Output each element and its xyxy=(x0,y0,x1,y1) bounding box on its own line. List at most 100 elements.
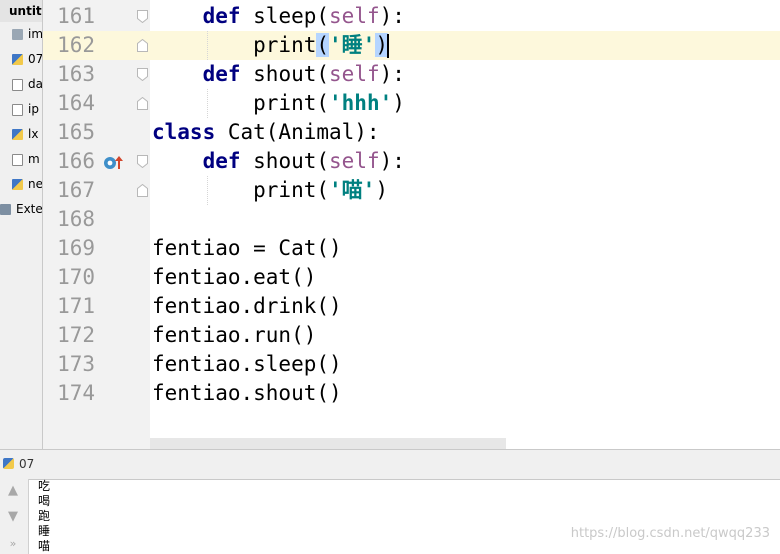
line-number: 162 xyxy=(57,33,95,57)
code-line[interactable]: fentiao.shout() xyxy=(150,379,780,408)
code-line[interactable]: fentiao = Cat() xyxy=(150,234,780,263)
folder-icon xyxy=(12,29,23,40)
gutter-line[interactable]: 161 xyxy=(43,2,150,31)
project-item-label: ip xyxy=(28,102,39,116)
code-line[interactable]: print('喵') xyxy=(150,176,780,205)
fold-start-icon[interactable] xyxy=(137,68,148,81)
run-side-toolbar: ▲ ▼ » xyxy=(0,479,29,554)
gutter-line[interactable]: 165 xyxy=(43,118,150,147)
editor-gutter[interactable]: 161 162 163 164 165 166 167 168 169 170 171 172 173 1… xyxy=(43,0,150,449)
horizontal-scrollbar[interactable] xyxy=(150,438,506,449)
code-token: fentiao.sleep() xyxy=(152,352,342,376)
project-item[interactable]: ip xyxy=(0,97,42,122)
project-item[interactable]: ne xyxy=(0,172,42,197)
gutter-line[interactable]: 172 xyxy=(43,321,150,350)
code-line[interactable]: class Cat(Animal): xyxy=(150,118,780,147)
external-libraries[interactable]: Exter xyxy=(0,197,42,222)
code-text: fentiao.drink() xyxy=(152,292,342,321)
up-arrow-icon[interactable]: ▲ xyxy=(6,484,20,498)
output-line: 跑 xyxy=(38,509,51,523)
code-token: print( xyxy=(152,178,330,202)
output-line: 睡 xyxy=(38,524,51,538)
gutter-line[interactable]: 163 xyxy=(43,60,150,89)
project-item-label: ne xyxy=(28,177,43,191)
code-token: def xyxy=(202,149,241,173)
code-token: print( xyxy=(152,91,330,115)
gutter-line[interactable]: 174 xyxy=(43,379,150,408)
fold-end-icon[interactable] xyxy=(137,39,148,52)
code-text: def shout(self): xyxy=(152,147,405,176)
text-file-icon xyxy=(12,153,23,166)
line-number: 163 xyxy=(57,62,95,86)
project-item[interactable]: m xyxy=(0,147,42,172)
fold-end-icon[interactable] xyxy=(137,184,148,197)
gutter-line[interactable]: 166 xyxy=(43,147,150,176)
project-item[interactable]: im xyxy=(0,22,42,47)
indent-guide xyxy=(207,89,208,118)
code-text: def shout(self): xyxy=(152,60,405,89)
code-token: self xyxy=(329,62,380,86)
code-token: fentiao.drink() xyxy=(152,294,342,318)
code-line[interactable]: print('hhh') xyxy=(150,89,780,118)
gutter-line[interactable]: 171 xyxy=(43,292,150,321)
code-text: fentiao.run() xyxy=(152,321,316,350)
down-arrow-icon[interactable]: ▼ xyxy=(6,510,20,524)
project-item-label: m xyxy=(28,152,40,166)
code-line[interactable]: print('睡') xyxy=(150,31,780,60)
code-token: fentiao = Cat() xyxy=(152,236,342,260)
code-editor[interactable]: def sleep(self): print('睡') def shout(se… xyxy=(150,0,780,449)
project-root[interactable]: untit xyxy=(0,0,42,22)
code-line[interactable]: def sleep(self): xyxy=(150,2,780,31)
line-number: 173 xyxy=(57,352,95,376)
code-line[interactable]: def shout(self): xyxy=(150,147,780,176)
line-number: 169 xyxy=(57,236,95,260)
code-line[interactable] xyxy=(150,205,780,234)
gutter-line[interactable]: 167 xyxy=(43,176,150,205)
code-text: fentiao.sleep() xyxy=(152,350,342,379)
gutter-line[interactable]: 169 xyxy=(43,234,150,263)
line-number: 170 xyxy=(57,265,95,289)
code-token: fentiao.eat() xyxy=(152,265,317,289)
output-line: 喵 xyxy=(38,539,51,553)
gutter-line[interactable]: 170 xyxy=(43,263,150,292)
code-token: ) xyxy=(375,178,388,202)
fold-start-icon[interactable] xyxy=(137,155,148,168)
code-token: 'hhh' xyxy=(329,91,393,115)
line-number: 165 xyxy=(57,120,95,144)
code-text: def sleep(self): xyxy=(152,2,405,31)
more-icon[interactable]: » xyxy=(6,537,20,551)
project-item[interactable]: lx xyxy=(0,122,42,147)
code-line[interactable]: fentiao.eat() xyxy=(150,263,780,292)
code-token: class xyxy=(152,120,216,144)
project-item[interactable]: da xyxy=(0,72,42,97)
code-token: ): xyxy=(379,62,405,86)
project-item[interactable]: 07 xyxy=(0,47,42,72)
gutter-line[interactable]: 168 xyxy=(43,205,150,234)
code-text: print('喵') xyxy=(152,176,388,205)
project-item-label: da xyxy=(28,77,43,91)
gutter-line[interactable]: 162 xyxy=(43,31,150,60)
code-line[interactable]: fentiao.run() xyxy=(150,321,780,350)
code-text: fentiao.eat() xyxy=(152,263,316,292)
line-number: 172 xyxy=(57,323,95,347)
code-line[interactable]: def shout(self): xyxy=(150,60,780,89)
fold-start-icon[interactable] xyxy=(137,10,148,23)
external-libraries-label: Exter xyxy=(16,202,43,216)
line-number: 161 xyxy=(57,4,95,28)
run-config-tab[interactable]: 07 xyxy=(19,450,34,479)
code-line[interactable]: fentiao.sleep() xyxy=(150,350,780,379)
gutter-line[interactable]: 173 xyxy=(43,350,150,379)
project-panel: untit im 07 da ip lx m ne Exter xyxy=(0,0,43,449)
python-file-icon xyxy=(12,129,23,140)
fold-end-icon[interactable] xyxy=(137,97,148,110)
code-token: fentiao.run() xyxy=(152,323,317,347)
code-text: print('hhh') xyxy=(152,89,405,118)
project-item-label: im xyxy=(28,27,43,41)
override-method-icon[interactable] xyxy=(103,153,127,171)
code-line[interactable]: fentiao.drink() xyxy=(150,292,780,321)
project-item-label: lx xyxy=(28,127,39,141)
gutter-line[interactable]: 164 xyxy=(43,89,150,118)
indent-guide xyxy=(207,31,208,60)
code-token: '睡' xyxy=(329,33,376,57)
